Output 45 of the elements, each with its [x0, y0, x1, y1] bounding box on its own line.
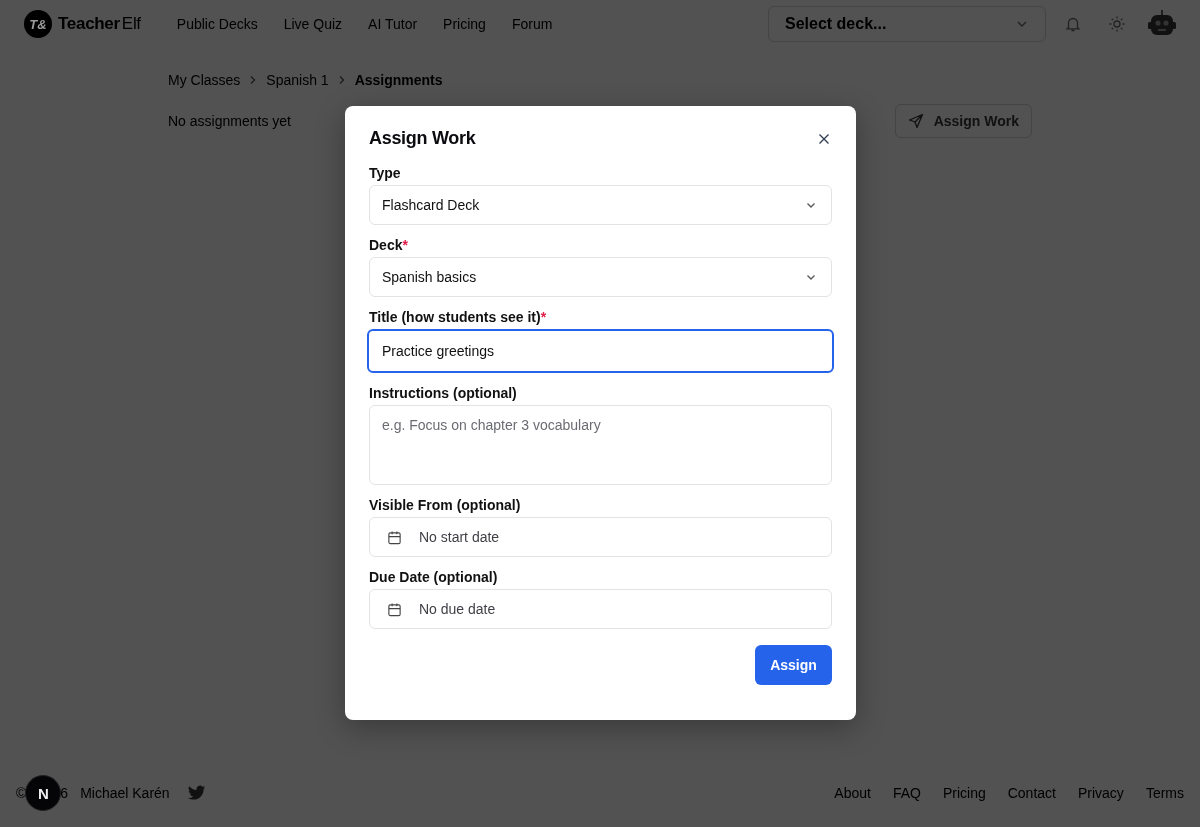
bird-icon[interactable] — [187, 785, 206, 801]
assign-button[interactable]: Assign — [755, 645, 832, 685]
nav-link[interactable]: AI Tutor — [368, 16, 418, 32]
footer-link[interactable]: FAQ — [892, 785, 921, 801]
footer-link[interactable]: About — [834, 785, 871, 801]
text-field[interactable]: Practice greetings — [367, 329, 834, 373]
select-field[interactable]: Spanish basics — [369, 257, 832, 297]
empty-message: No assignments yet — [168, 113, 291, 129]
assign-work-button[interactable]: Assign Work — [894, 104, 1032, 138]
footer-link[interactable]: Terms — [1145, 785, 1184, 801]
select-field[interactable]: Flashcard Deck — [369, 185, 832, 225]
required-mark: * — [540, 309, 547, 325]
brand-name[interactable]: TeacherElf — [58, 14, 141, 34]
nav-link[interactable]: Pricing — [443, 16, 486, 32]
author-name: Michael Karén — [80, 785, 170, 801]
nav-link[interactable]: Live Quiz — [283, 16, 343, 32]
logo-mark[interactable]: T& — [24, 10, 52, 38]
sun-icon[interactable] — [1108, 15, 1126, 33]
copyright-text: 6 — [60, 785, 69, 801]
dialog-title: Assign Work — [369, 128, 476, 149]
deck-select[interactable]: Select deck... — [768, 6, 1046, 42]
field-label: Deck — [369, 237, 403, 253]
footer-link[interactable]: Pricing — [942, 785, 986, 801]
footer-link[interactable]: Privacy — [1077, 785, 1124, 801]
field-label: Type — [369, 165, 401, 181]
dev-badge[interactable]: N — [25, 775, 62, 811]
field-label: Visible From (optional) — [369, 497, 521, 513]
textarea-field[interactable]: e.g. Focus on chapter 3 vocabulary — [369, 405, 832, 485]
footer-link[interactable]: Contact — [1007, 785, 1056, 801]
field-label: Due Date (optional) — [369, 569, 498, 585]
nav-link[interactable]: Forum — [511, 16, 553, 32]
close-icon[interactable] — [818, 132, 830, 145]
breadcrumb-link[interactable]: Spanish 1 — [266, 72, 329, 88]
field-label: Title (how students see it) — [369, 309, 541, 325]
required-mark: * — [402, 237, 408, 253]
bell-icon[interactable] — [1064, 15, 1082, 33]
calendar-icon — [387, 529, 402, 545]
date-field[interactable]: No start date — [369, 517, 832, 557]
send-icon — [907, 113, 924, 129]
field-label: Instructions (optional) — [369, 385, 517, 401]
calendar-icon — [387, 601, 402, 617]
breadcrumb-link[interactable]: My Classes — [168, 72, 241, 88]
nav-link[interactable]: Public Decks — [176, 16, 258, 32]
date-field[interactable]: No due date — [369, 589, 832, 629]
breadcrumb-link[interactable]: Assignments — [354, 72, 443, 88]
